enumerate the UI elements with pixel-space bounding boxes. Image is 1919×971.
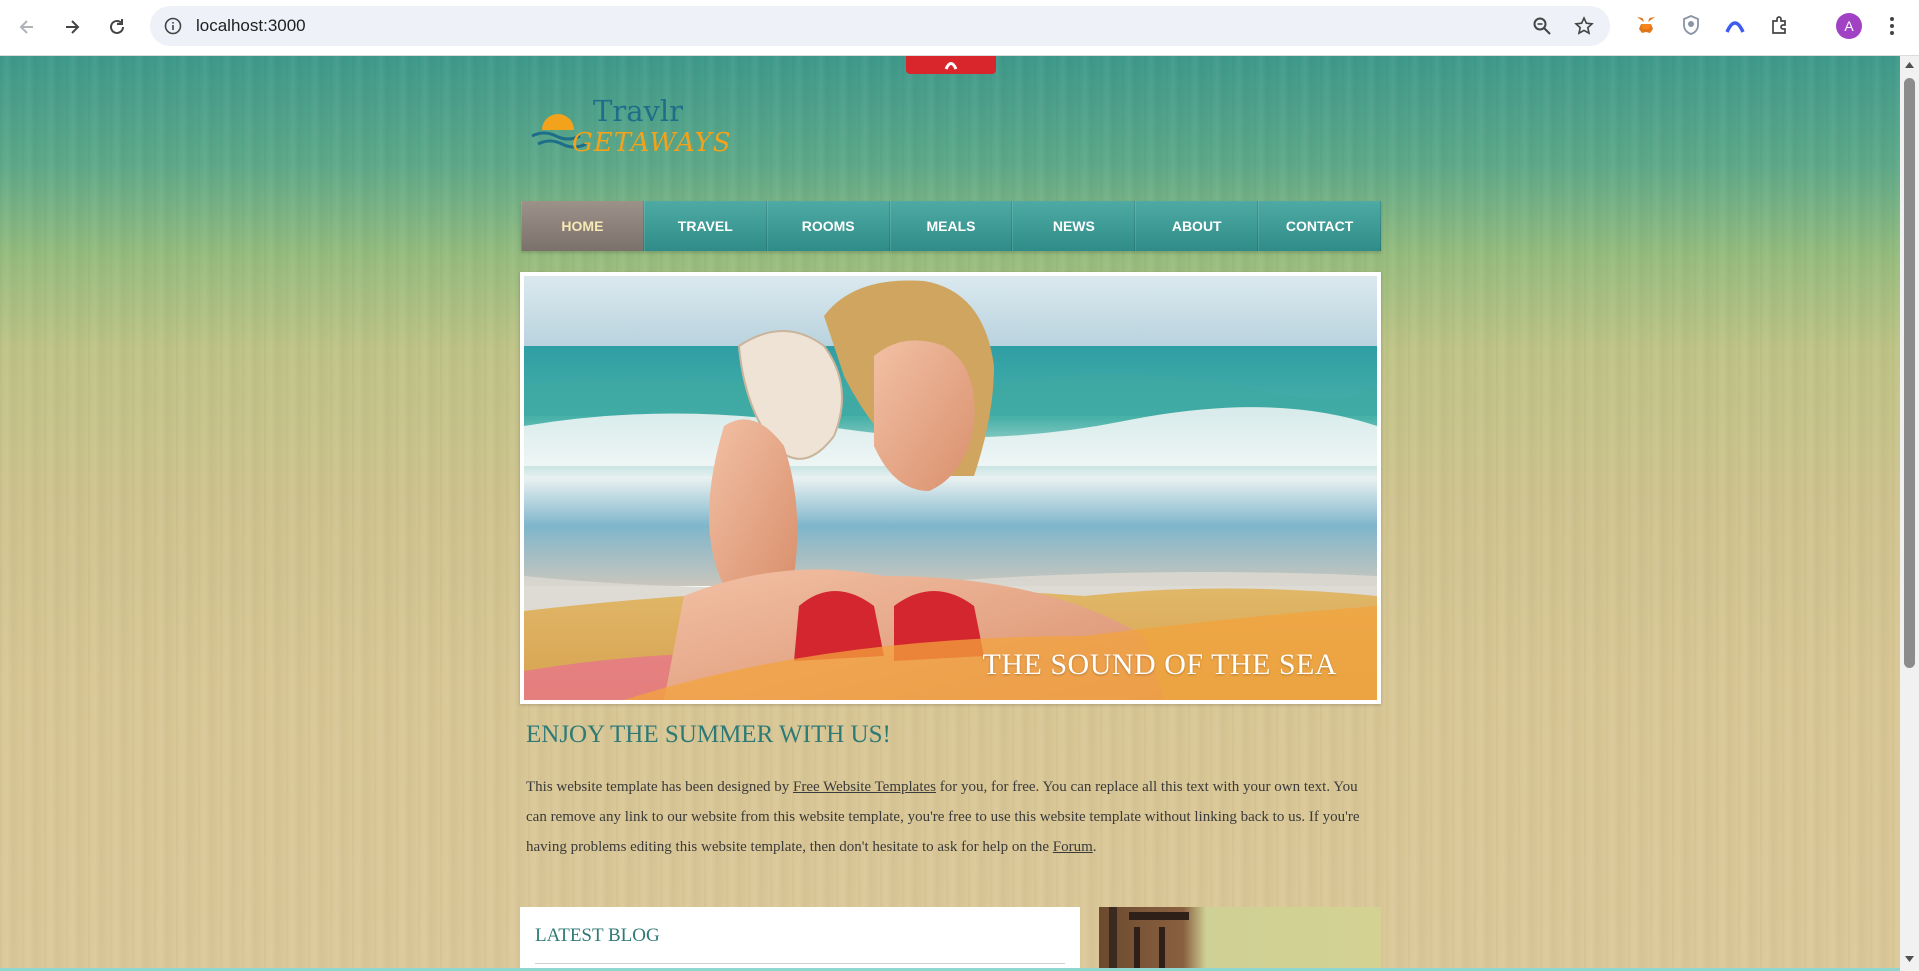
nav-rooms[interactable]: ROOMS (766, 201, 890, 251)
browser-toolbar: localhost:3000 A (0, 0, 1919, 56)
top-ribbon-tab[interactable] (906, 56, 996, 74)
back-icon (19, 20, 33, 34)
info-icon[interactable] (164, 17, 182, 35)
scrollbar-thumb[interactable] (1904, 78, 1915, 668)
logo-text-travlr: Travlr (593, 94, 684, 128)
reload-icon (110, 19, 124, 34)
scroll-up-icon[interactable] (1904, 60, 1915, 70)
puzzle-extension-icon (1772, 16, 1786, 34)
address-bar[interactable]: localhost:3000 (150, 6, 1610, 46)
metamask-extension-button[interactable] (1634, 13, 1658, 37)
latest-blog-title: LATEST BLOG (535, 925, 660, 946)
metamask-icon (1637, 17, 1655, 33)
nav-meals[interactable]: MEALS (889, 201, 1013, 251)
nav-home[interactable]: HOME (521, 201, 644, 251)
arc-extension-icon (1725, 21, 1745, 33)
intro-text-3: . (1092, 839, 1097, 855)
hero-caption: THE SOUND OF THE SEA (982, 648, 1337, 681)
forward-icon (66, 20, 80, 34)
star-icon[interactable] (1574, 16, 1594, 36)
page-scrollbar[interactable] (1900, 56, 1919, 971)
divider (535, 963, 1065, 964)
scroll-down-icon[interactable] (1904, 954, 1915, 964)
zoom-icon[interactable] (1532, 16, 1552, 36)
main-navigation: HOME TRAVEL ROOMS MEALS NEWS ABOUT CONTA… (521, 201, 1382, 251)
side-image (1099, 907, 1381, 968)
nav-contact[interactable]: CONTACT (1258, 201, 1382, 251)
intro-paragraph: This website template has been designed … (526, 772, 1376, 862)
shield-extension-icon (1683, 15, 1699, 35)
hero-banner: THE SOUND OF THE SEA (520, 272, 1381, 704)
url-text[interactable]: localhost:3000 (196, 16, 306, 36)
menu-icon[interactable] (1881, 14, 1903, 38)
hero-image: THE SOUND OF THE SEA (524, 276, 1377, 700)
intro-heading: ENJOY THE SUMMER WITH US! (526, 721, 891, 748)
arc-extension-button[interactable] (1723, 13, 1747, 37)
arch-icon (944, 62, 958, 70)
extensions-button[interactable] (1768, 13, 1792, 37)
logo-text-getaways: GETAWAYS (572, 128, 732, 158)
reload-button[interactable] (101, 11, 133, 43)
nav-about[interactable]: ABOUT (1135, 201, 1259, 251)
intro-text-1: This website template has been designed … (526, 779, 794, 795)
site-logo[interactable]: Travlr GETAWAYS (530, 92, 731, 160)
nav-travel[interactable]: TRAVEL (643, 201, 767, 251)
back-button[interactable] (11, 11, 43, 43)
forum-link[interactable]: Forum (1053, 839, 1093, 855)
page-viewport: Travlr GETAWAYS HOME TRAVEL ROOMS MEALS … (0, 56, 1900, 968)
forward-button[interactable] (56, 11, 88, 43)
latest-blog-panel: LATEST BLOG (520, 907, 1080, 968)
profile-avatar[interactable]: A (1836, 13, 1862, 39)
nav-news[interactable]: NEWS (1012, 201, 1136, 251)
free-website-templates-link[interactable]: Free Website Templates (793, 779, 936, 795)
shield-extension-button[interactable] (1679, 13, 1703, 37)
